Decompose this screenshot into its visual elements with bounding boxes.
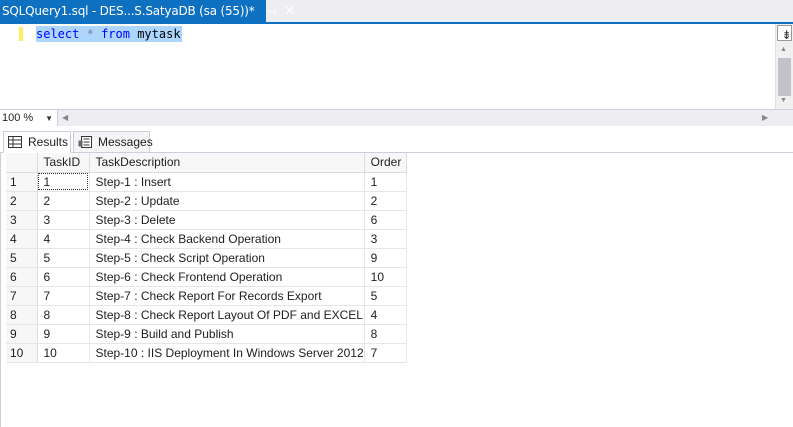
pin-icon[interactable]: ⊣ bbox=[267, 6, 277, 17]
split-window-icon[interactable]: ⇟ bbox=[777, 25, 792, 42]
table-row[interactable]: 4 4 Step-4 : Check Backend Operation 3 bbox=[6, 229, 407, 249]
table-row[interactable]: 1 1 Step-1 : Insert 1 bbox=[6, 172, 407, 192]
keyword-select: select bbox=[36, 27, 80, 41]
row-number[interactable]: 6 bbox=[6, 267, 38, 287]
scroll-right-arrow-icon[interactable]: ▶ bbox=[762, 113, 768, 122]
table-row[interactable]: 9 9 Step-9 : Build and Publish 8 bbox=[6, 324, 407, 344]
cell-taskdescription[interactable]: Step-3 : Delete bbox=[89, 210, 365, 230]
editor-margin bbox=[0, 24, 16, 109]
row-number[interactable]: 1 bbox=[6, 172, 38, 192]
select-star: * bbox=[86, 27, 94, 41]
keyword-from: from bbox=[101, 27, 130, 41]
changed-line-marker bbox=[19, 27, 23, 41]
tab-results-label: Results bbox=[28, 135, 69, 149]
tab-results[interactable]: Results bbox=[3, 131, 71, 153]
column-header-order[interactable]: Order bbox=[364, 153, 407, 173]
table-row[interactable]: 2 2 Step-2 : Update 2 bbox=[6, 191, 407, 211]
row-number[interactable]: 4 bbox=[6, 229, 38, 249]
scroll-left-arrow-icon[interactable]: ◀ bbox=[62, 113, 68, 122]
tab-messages-label: Messages bbox=[98, 135, 153, 149]
zoom-dropdown[interactable]: 100 % ▼ bbox=[0, 110, 58, 126]
cell-order[interactable]: 7 bbox=[364, 343, 407, 363]
cell-taskid[interactable]: 2 bbox=[37, 191, 90, 211]
cell-order[interactable]: 4 bbox=[364, 305, 407, 325]
grid-header-row: TaskID TaskDescription Order bbox=[6, 153, 407, 173]
results-grid-area: TaskID TaskDescription Order 1 1 Step-1 … bbox=[0, 153, 793, 427]
table-row[interactable]: 6 6 Step-6 : Check Frontend Operation 10 bbox=[6, 267, 407, 287]
cell-taskdescription[interactable]: Step-2 : Update bbox=[89, 191, 365, 211]
scroll-thumb[interactable] bbox=[778, 58, 791, 96]
cell-order[interactable]: 5 bbox=[364, 286, 407, 306]
query-document-tab[interactable]: SQLQuery1.sql - DES...S.SatyaDB (sa (55)… bbox=[0, 0, 295, 22]
cell-taskid[interactable]: 7 bbox=[37, 286, 90, 306]
query-editor[interactable]: select * from mytask bbox=[0, 24, 775, 109]
document-tab-title: SQLQuery1.sql - DES...S.SatyaDB (sa (55)… bbox=[2, 4, 255, 18]
cell-taskdescription[interactable]: Step-6 : Check Frontend Operation bbox=[89, 267, 365, 287]
cell-order[interactable]: 3 bbox=[364, 229, 407, 249]
cell-order[interactable]: 6 bbox=[364, 210, 407, 230]
cell-taskid[interactable]: 1 bbox=[37, 172, 90, 192]
scroll-up-arrow-icon[interactable]: ▲ bbox=[780, 46, 787, 53]
cell-taskdescription[interactable]: Step-10 : IIS Deployment In Windows Serv… bbox=[89, 343, 365, 363]
cell-taskid[interactable]: 5 bbox=[37, 248, 90, 268]
cell-taskdescription[interactable]: Step-5 : Check Script Operation bbox=[89, 248, 365, 268]
editor-vertical-scrollbar[interactable]: ⇟ ▲ ▼ bbox=[775, 24, 793, 109]
messages-icon bbox=[78, 136, 92, 148]
cell-taskid[interactable]: 8 bbox=[37, 305, 90, 325]
cell-taskid[interactable]: 4 bbox=[37, 229, 90, 249]
zoom-value: 100 % bbox=[2, 112, 34, 124]
cell-taskdescription[interactable]: Step-8 : Check Report Layout Of PDF and … bbox=[89, 305, 365, 325]
row-number[interactable]: 5 bbox=[6, 248, 38, 268]
zoom-bar: 100 % ▼ ◀ ▶ bbox=[0, 109, 793, 126]
cell-taskdescription[interactable]: Step-9 : Build and Publish bbox=[89, 324, 365, 344]
cell-order[interactable]: 2 bbox=[364, 191, 407, 211]
cell-taskid[interactable]: 10 bbox=[37, 343, 90, 363]
table-row[interactable]: 5 5 Step-5 : Check Script Operation 9 bbox=[6, 248, 407, 268]
row-number[interactable]: 8 bbox=[6, 305, 38, 325]
cell-order[interactable]: 10 bbox=[364, 267, 407, 287]
column-header-rownum[interactable] bbox=[6, 153, 38, 173]
cell-order[interactable]: 9 bbox=[364, 248, 407, 268]
close-icon[interactable]: ✕ bbox=[284, 5, 295, 18]
cell-taskdescription[interactable]: Step-4 : Check Backend Operation bbox=[89, 229, 365, 249]
cell-taskdescription[interactable]: Step-7 : Check Report For Records Export bbox=[89, 286, 365, 306]
row-number[interactable]: 2 bbox=[6, 191, 38, 211]
results-grid[interactable]: TaskID TaskDescription Order 1 1 Step-1 … bbox=[6, 153, 407, 363]
row-number[interactable]: 9 bbox=[6, 324, 38, 344]
row-number[interactable]: 10 bbox=[6, 343, 38, 363]
cell-order[interactable]: 8 bbox=[364, 324, 407, 344]
table-row[interactable]: 8 8 Step-8 : Check Report Layout Of PDF … bbox=[6, 305, 407, 325]
code-line[interactable]: select * from mytask bbox=[36, 26, 182, 42]
results-tab-strip: Results Messages bbox=[0, 126, 793, 153]
column-header-taskdescription[interactable]: TaskDescription bbox=[89, 153, 365, 173]
cell-taskdescription[interactable]: Step-1 : Insert bbox=[89, 172, 365, 192]
tab-messages[interactable]: Messages bbox=[73, 131, 153, 153]
table-row[interactable]: 3 3 Step-3 : Delete 6 bbox=[6, 210, 407, 230]
document-tab-bar: SQLQuery1.sql - DES...S.SatyaDB (sa (55)… bbox=[0, 0, 793, 24]
table-row[interactable]: 7 7 Step-7 : Check Report For Records Ex… bbox=[6, 286, 407, 306]
column-header-taskid[interactable]: TaskID bbox=[37, 153, 90, 173]
cell-taskid[interactable]: 6 bbox=[37, 267, 90, 287]
cell-order[interactable]: 1 bbox=[364, 172, 407, 192]
cell-taskid[interactable]: 3 bbox=[37, 210, 90, 230]
chevron-down-icon: ▼ bbox=[45, 113, 53, 123]
scroll-down-arrow-icon[interactable]: ▼ bbox=[780, 97, 787, 104]
grid-icon bbox=[8, 136, 22, 148]
cell-taskid[interactable]: 9 bbox=[37, 324, 90, 344]
table-name: mytask bbox=[137, 27, 181, 41]
table-row[interactable]: 10 10 Step-10 : IIS Deployment In Window… bbox=[6, 343, 407, 363]
row-number[interactable]: 3 bbox=[6, 210, 38, 230]
row-number[interactable]: 7 bbox=[6, 286, 38, 306]
